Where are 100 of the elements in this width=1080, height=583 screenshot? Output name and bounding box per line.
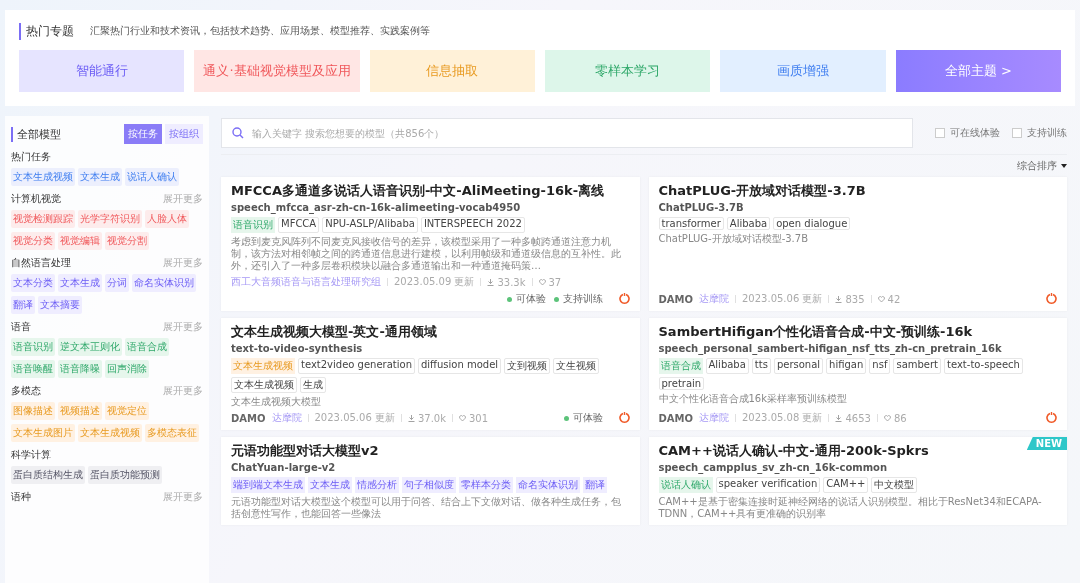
task-tag[interactable]: 文本生成	[308, 477, 352, 493]
task-tag[interactable]: 多模态表征	[145, 424, 199, 442]
model-tag[interactable]: open dialogue	[773, 217, 851, 230]
model-tag[interactable]: text2video generation	[298, 358, 415, 374]
topic-tile[interactable]: 零样本学习	[545, 50, 711, 92]
task-tag[interactable]: 逆文本正则化	[58, 338, 122, 356]
task-tag[interactable]: 语音合成	[658, 358, 703, 374]
model-card[interactable]: CAM++说话人确认-中文-通用-200k-Spkrs NEW speech_campplus_sv_zh-cn_16k-common 说话人确认 speaker verification CAM++ 中文模型 CAM++是基于密集连接时延神经网络的说话人识别模型。相比于ResNet34和ECAPA-TDNN，CAM++具有更准确的识别率	[648, 437, 1067, 525]
task-tag[interactable]: 语音识别	[231, 217, 275, 233]
task-tag[interactable]: 文本生成图片	[11, 424, 75, 442]
expand-link[interactable]: 展开更多	[163, 192, 203, 206]
org-link[interactable]: 达摩院	[271, 411, 302, 425]
checkbox[interactable]	[1012, 128, 1022, 138]
task-tag[interactable]: 视频描述	[58, 402, 102, 420]
model-tag[interactable]: 生成	[300, 377, 326, 393]
task-tag[interactable]: 语音识别	[11, 338, 55, 356]
task-tag[interactable]: 命名实体识别	[132, 274, 196, 292]
task-tag[interactable]: 语音合成	[125, 338, 169, 356]
model-tag[interactable]: Alibaba	[705, 358, 749, 374]
model-tag[interactable]: NPU-ASLP/Alibaba	[322, 217, 418, 233]
model-tag[interactable]: CAM++	[823, 477, 869, 493]
task-tag[interactable]: 文本分类	[11, 274, 55, 292]
expand-link[interactable]: 展开更多	[163, 256, 203, 270]
task-tag[interactable]: 命名实体识别	[516, 477, 580, 493]
task-tag[interactable]: 翻译	[11, 296, 35, 314]
task-tag[interactable]: 人脸人体	[145, 210, 189, 228]
like-count: 37	[548, 276, 562, 288]
model-tag[interactable]: INTERSPEECH 2022	[420, 217, 525, 233]
model-card[interactable]: ChatPLUG-开放域对话模型-3.7B ChatPLUG-3.7B transformer Alibaba open dialogue ChatPLUG-开放域对话模型-3.7B DAMO 达摩院 2023.05.06 更新 835 42	[648, 177, 1067, 311]
model-card[interactable]	[221, 177, 640, 311]
task-tag[interactable]: 文本生成视频	[231, 358, 295, 374]
like-count: 301	[469, 412, 489, 424]
task-tag[interactable]: 分词	[105, 274, 129, 292]
heart-icon	[459, 414, 466, 422]
model-tag[interactable]: 文本生成视频	[231, 377, 297, 393]
model-tag[interactable]: transformer	[658, 217, 724, 230]
task-tag[interactable]: 端到端文本生成	[231, 477, 305, 493]
model-tag[interactable]: sambert	[893, 358, 942, 374]
expand-link[interactable]: 展开更多	[163, 490, 203, 504]
expand-link[interactable]: 展开更多	[163, 320, 203, 334]
task-tag[interactable]: 视觉分割	[105, 232, 149, 250]
task-tag[interactable]: 句子相似度	[402, 477, 456, 493]
model-tag[interactable]: 中文模型	[871, 477, 918, 493]
group-toggle[interactable]: 按组织	[165, 124, 203, 144]
task-tag[interactable]: 视觉定位	[105, 402, 149, 420]
task-tag[interactable]: 视觉检测跟踪	[11, 210, 75, 228]
model-tag[interactable]: 文到视频	[504, 358, 551, 374]
org-link[interactable]: 达摩院	[699, 411, 729, 425]
org-link[interactable]: 达摩院	[699, 292, 729, 306]
task-tag[interactable]: 蛋白质功能预测	[88, 466, 162, 484]
model-id: speech_personal_sambert-hifigan_nsf_tts_zh-cn_pretrain_16k	[658, 343, 1003, 355]
task-tag[interactable]: 文本生成视频	[11, 168, 75, 186]
task-tag[interactable]: 光学字符识别	[78, 210, 142, 228]
task-tag[interactable]: 零样本分类	[459, 477, 513, 493]
task-tag[interactable]: 图像描述	[11, 402, 55, 420]
model-tag[interactable]: nsf	[869, 358, 891, 374]
model-tag[interactable]: speaker verification	[715, 477, 821, 493]
model-tag[interactable]: tts	[751, 358, 771, 374]
topic-tile[interactable]: 画质增强	[720, 50, 886, 92]
topic-tile[interactable]: 全部主题 >	[895, 50, 1061, 92]
model-tag[interactable]: Alibaba	[726, 217, 771, 230]
topic-tile[interactable]: 通义·基础视觉模型及应用	[194, 50, 360, 92]
task-tag[interactable]: 翻译	[583, 477, 607, 493]
model-tag[interactable]: diffusion model	[418, 358, 502, 374]
task-tag[interactable]: 文本生成	[58, 274, 102, 292]
expand-link[interactable]: 展开更多	[163, 384, 203, 398]
task-tag[interactable]: 文本摘要	[38, 296, 82, 314]
task-tag[interactable]: 说话人确认	[125, 168, 179, 186]
model-id: ChatYuan-large-v2	[231, 462, 337, 474]
task-tag[interactable]: 语音降噪	[58, 360, 102, 378]
task-tag[interactable]: 回声消除	[105, 360, 149, 378]
task-tag[interactable]: 文本生成视频	[78, 424, 142, 442]
sort-dropdown[interactable]: 综合排序	[1017, 159, 1067, 173]
like-count: 86	[893, 412, 907, 424]
task-tag[interactable]: 文本生成	[78, 168, 122, 186]
task-tag[interactable]: 视觉编辑	[58, 232, 102, 250]
task-tag[interactable]: 说话人确认	[658, 477, 713, 493]
download-count: 33.3k	[497, 276, 526, 288]
task-tag[interactable]: 蛋白质结构生成	[11, 466, 85, 484]
topic-tile[interactable]: 智能通行	[19, 50, 185, 92]
model-tag[interactable]: pretrain	[658, 377, 705, 390]
model-tag[interactable]: personal	[773, 358, 824, 374]
search-field[interactable]: 输入关键字 搜索您想要的模型（共856个）	[221, 118, 913, 148]
group-toggle[interactable]: 按任务	[124, 124, 162, 144]
model-id: speech_mfcca_asr-zh-cn-16k-alimeeting-vocab4950	[231, 202, 522, 214]
task-tag[interactable]: 语音唤醒	[11, 360, 55, 378]
status-dot	[506, 296, 512, 302]
model-tag[interactable]: MFCCA	[278, 217, 320, 233]
heart-icon	[877, 295, 885, 303]
org-link[interactable]: 西工大音频语音与语言处理研究组	[231, 275, 381, 289]
checkbox[interactable]	[935, 128, 945, 138]
model-card[interactable]: 文本生成视频大模型-英文-通用领域 text-to-video-synthesis 文本生成视频 text2video generation diffusion model 文到视频 文生视频 文本生成视频 生成 文本生成视频大模型 DAMO 达摩院 2023.05.06 更新 37.0k 301 可体验	[221, 318, 640, 430]
model-tag[interactable]: hifigan	[826, 358, 867, 374]
model-card[interactable]	[648, 318, 1067, 430]
model-card[interactable]: 元语功能型对话大模型v2 ChatYuan-large-v2 端到端文本生成 文本生成 情感分析 句子相似度 零样本分类 命名实体识别 翻译 元语功能型对话大模型这个模型可以用于问答、结合上下文做对话、做各种生成任务，包括创意性写作，也能回答一些像法	[221, 437, 640, 525]
task-tag[interactable]: 情感分析	[355, 477, 399, 493]
model-tag[interactable]: text-to-speech	[944, 358, 1023, 374]
topic-tile[interactable]: 信息抽取	[369, 50, 535, 92]
model-tag[interactable]: 文生视频	[553, 358, 600, 374]
task-tag[interactable]: 视觉分类	[11, 232, 55, 250]
